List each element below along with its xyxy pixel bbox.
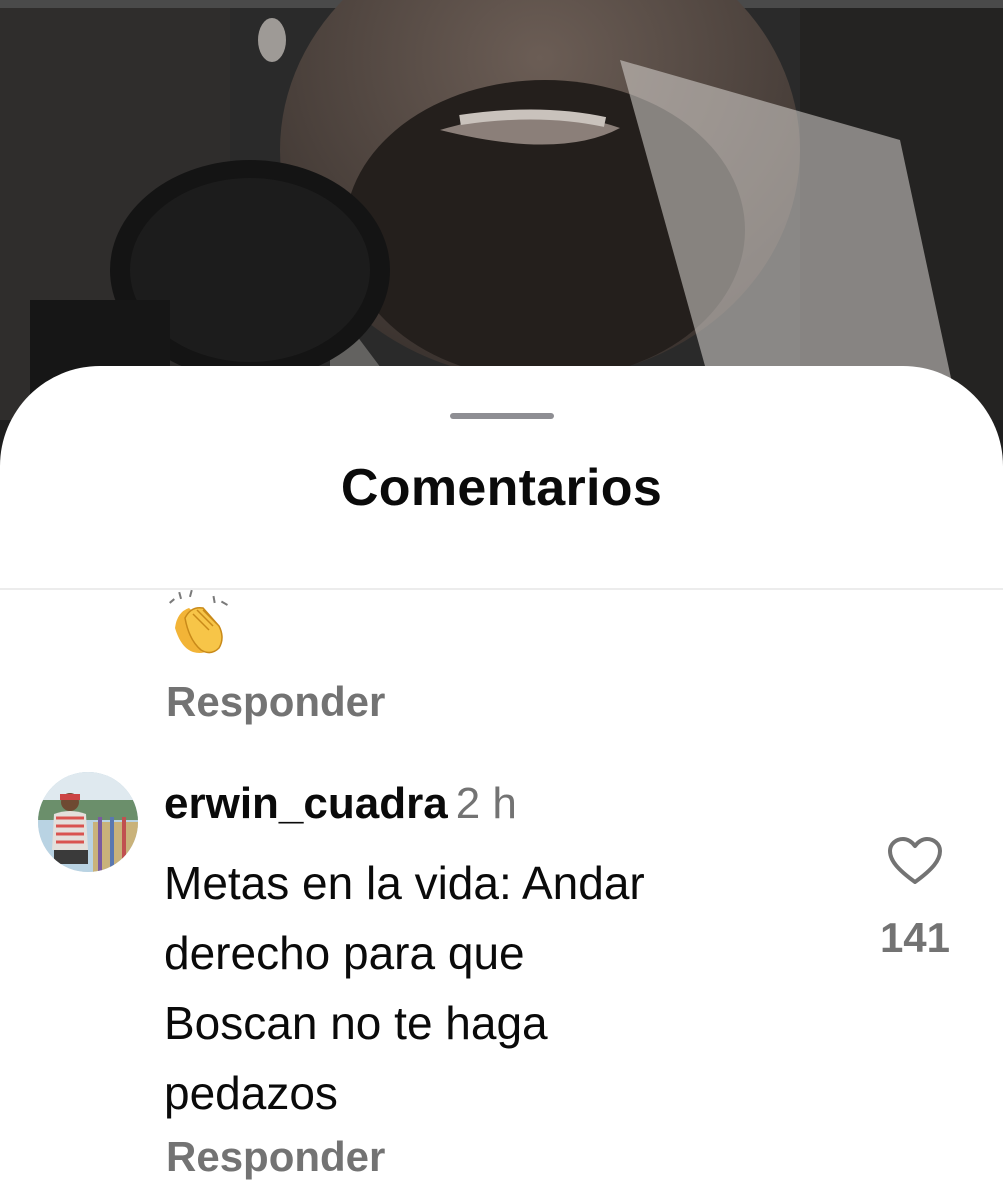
like-count: 141 (879, 914, 951, 961)
comment-line: derecho para que (164, 927, 525, 979)
comment-timestamp: 2 h (455, 779, 517, 828)
reply-button[interactable]: Responder (166, 678, 385, 726)
heart-outline-icon[interactable] (887, 836, 943, 886)
video-frame (0, 0, 1003, 420)
comment-line: Metas en la vida: Andar (164, 857, 645, 909)
video-backdrop (0, 0, 1003, 420)
comment-line: pedazos (164, 1067, 338, 1119)
comment-username[interactable]: erwin_cuadra (164, 779, 448, 828)
comment-text: Metas en la vida: Andar derecho para que… (164, 848, 814, 1128)
sheet-grabber[interactable] (450, 413, 554, 419)
avatar-image (38, 772, 138, 872)
comments-sheet: Comentarios Responder erwin_cuadra 2 h M… (0, 366, 1003, 1200)
sheet-title: Comentarios (340, 459, 663, 517)
comment-line: Boscan no te haga (164, 997, 548, 1049)
clapping-hands-emoji (169, 589, 228, 654)
avatar[interactable] (38, 772, 138, 872)
comment-header: erwin_cuadra 2 h (164, 778, 517, 830)
reply-button[interactable]: Responder (166, 1133, 385, 1181)
header-divider (0, 588, 1003, 590)
